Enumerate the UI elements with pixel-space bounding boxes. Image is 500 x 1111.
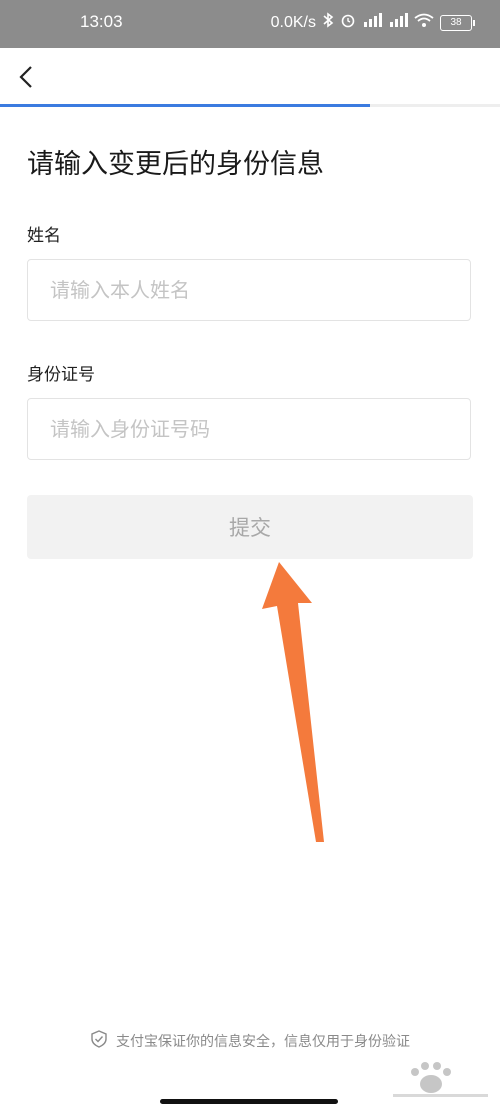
back-arrow-icon[interactable] <box>14 62 40 92</box>
name-input[interactable] <box>28 260 470 320</box>
id-number-input[interactable] <box>28 399 470 459</box>
nav-bar <box>0 48 500 106</box>
footer-text: 支付宝保证你的信息安全，信息仅用于身份验证 <box>116 1034 410 1050</box>
status-bar: 13:03 0.0K/s 38 <box>0 0 500 48</box>
watermark-logo <box>393 1062 488 1097</box>
signal-icon-2 <box>388 13 408 32</box>
wifi-icon <box>414 13 434 33</box>
signal-icon-1 <box>362 13 382 32</box>
progress-bar <box>0 104 500 107</box>
bluetooth-icon <box>322 12 334 33</box>
battery-icon: 38 <box>440 14 475 31</box>
submit-button[interactable]: 提交 <box>27 495 473 559</box>
shield-icon <box>90 1030 108 1052</box>
id-number-field[interactable] <box>27 398 471 460</box>
name-label: 姓名 <box>27 226 61 246</box>
id-number-label: 身份证号 <box>27 365 95 385</box>
home-indicator[interactable] <box>160 1099 338 1104</box>
page-title: 请输入变更后的身份信息 <box>27 149 324 180</box>
progress-fill <box>0 104 370 107</box>
status-time: 13:03 <box>80 12 123 31</box>
name-field[interactable] <box>27 259 471 321</box>
security-footer: 支付宝保证你的信息安全，信息仅用于身份验证 <box>0 1030 500 1052</box>
alarm-icon <box>340 12 356 33</box>
status-icons: 0.0K/s 38 <box>270 12 475 33</box>
net-speed: 0.0K/s <box>270 13 316 31</box>
